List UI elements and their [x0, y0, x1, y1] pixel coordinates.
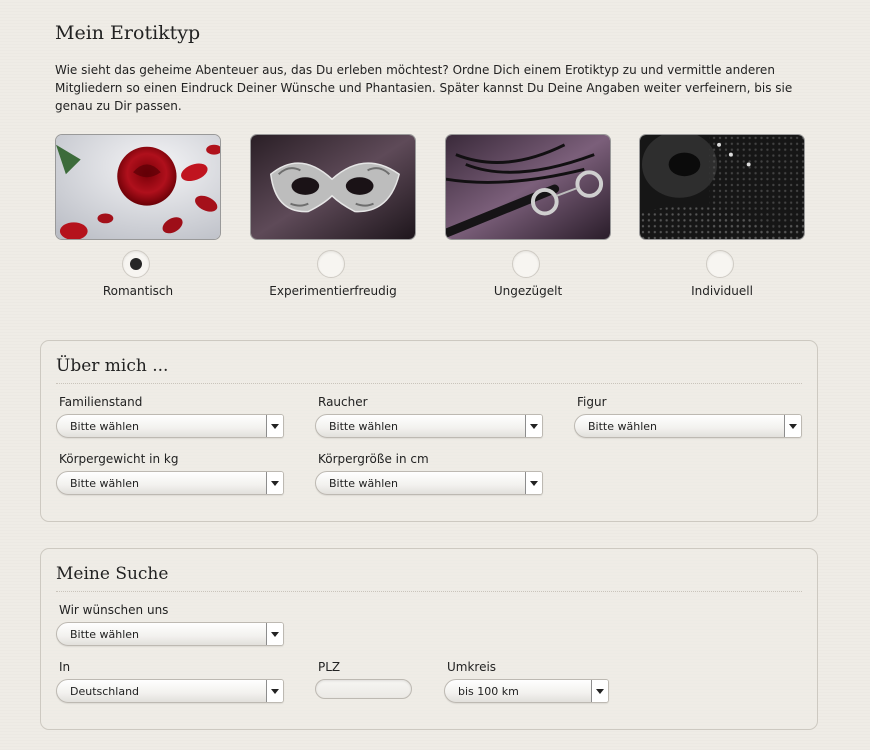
radio-ungezuegelt[interactable]	[512, 250, 540, 278]
select-value: Deutschland	[70, 685, 140, 698]
country-select[interactable]: Deutschland	[56, 679, 284, 703]
section-divider	[56, 383, 802, 384]
chevron-down-icon[interactable]	[591, 680, 608, 702]
radio-romantisch[interactable]	[122, 250, 150, 278]
chevron-down-icon[interactable]	[266, 472, 283, 494]
about-me-title: Über mich ...	[56, 356, 169, 376]
chevron-down-icon[interactable]	[525, 415, 542, 437]
type-label-individuell: Individuell	[691, 284, 753, 298]
type-option-ungezuegelt[interactable]: Ungezügelt	[445, 134, 611, 298]
raucher-select[interactable]: Bitte wählen	[315, 414, 543, 438]
raucher-label: Raucher	[318, 395, 368, 409]
type-label-ungezuegelt: Ungezügelt	[493, 284, 563, 298]
about-me-panel: Über mich ... Familienstand Bitte wählen…	[40, 340, 818, 522]
type-label-romantisch: Romantisch	[102, 284, 174, 298]
select-value: Bitte wählen	[70, 628, 139, 641]
type-option-experimentierfreudig[interactable]: Experimentierfreudig	[250, 134, 416, 298]
my-search-panel: Meine Suche Wir wünschen uns Bitte wähle…	[40, 548, 818, 730]
figur-select[interactable]: Bitte wählen	[574, 414, 802, 438]
select-value: Bitte wählen	[329, 420, 398, 433]
red-roses-image[interactable]	[55, 134, 221, 240]
select-value: Bitte wählen	[329, 477, 398, 490]
koerpergroesse-select[interactable]: Bitte wählen	[315, 471, 543, 495]
radio-experimentierfreudig[interactable]	[317, 250, 345, 278]
plz-label: PLZ	[318, 660, 341, 674]
familienstand-select[interactable]: Bitte wählen	[56, 414, 284, 438]
koerpergewicht-label: Körpergewicht in kg	[59, 452, 179, 466]
whip-and-handcuffs-image[interactable]	[445, 134, 611, 240]
page-title: Mein Erotiktyp	[55, 22, 201, 44]
silver-masquerade-mask-image[interactable]	[250, 134, 416, 240]
chevron-down-icon[interactable]	[525, 472, 542, 494]
black-lace-mask-image[interactable]	[639, 134, 805, 240]
chevron-down-icon[interactable]	[266, 623, 283, 645]
chevron-down-icon[interactable]	[784, 415, 801, 437]
chevron-down-icon[interactable]	[266, 680, 283, 702]
figur-label: Figur	[577, 395, 607, 409]
plz-input[interactable]	[315, 679, 412, 699]
section-divider	[56, 591, 802, 592]
wunsch-select[interactable]: Bitte wählen	[56, 622, 284, 646]
familienstand-label: Familienstand	[59, 395, 143, 409]
chevron-down-icon[interactable]	[266, 415, 283, 437]
intro-text: Wie sieht das geheime Abenteuer aus, das…	[55, 63, 793, 113]
type-label-experimentierfreudig: Experimentierfreudig	[269, 284, 397, 298]
select-value: bis 100 km	[458, 685, 519, 698]
koerpergewicht-select[interactable]: Bitte wählen	[56, 471, 284, 495]
umkreis-select[interactable]: bis 100 km	[444, 679, 609, 703]
radio-individuell[interactable]	[706, 250, 734, 278]
wunsch-label: Wir wünschen uns	[59, 603, 169, 617]
koerpergroesse-label: Körpergröße in cm	[318, 452, 429, 466]
type-option-individuell[interactable]: Individuell	[639, 134, 805, 298]
select-value: Bitte wählen	[70, 477, 139, 490]
type-option-romantisch[interactable]: Romantisch	[55, 134, 221, 298]
select-value: Bitte wählen	[70, 420, 139, 433]
in-label: In	[59, 660, 71, 674]
my-search-title: Meine Suche	[56, 564, 169, 584]
umkreis-label: Umkreis	[447, 660, 497, 674]
select-value: Bitte wählen	[588, 420, 657, 433]
